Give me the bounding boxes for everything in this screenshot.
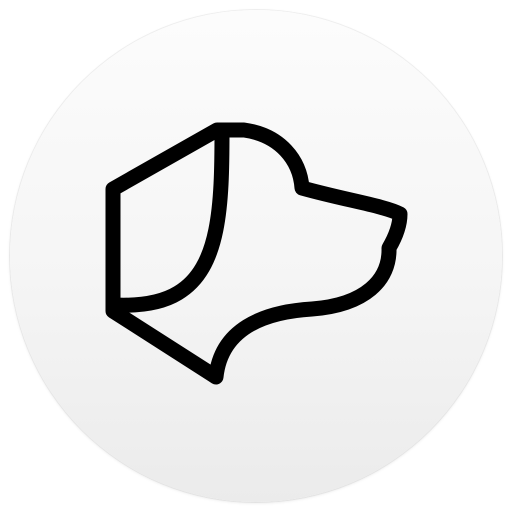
- dog-head-icon: [105, 122, 408, 385]
- dog-head-outline: [105, 122, 408, 385]
- app-icon-canvas: [0, 0, 512, 512]
